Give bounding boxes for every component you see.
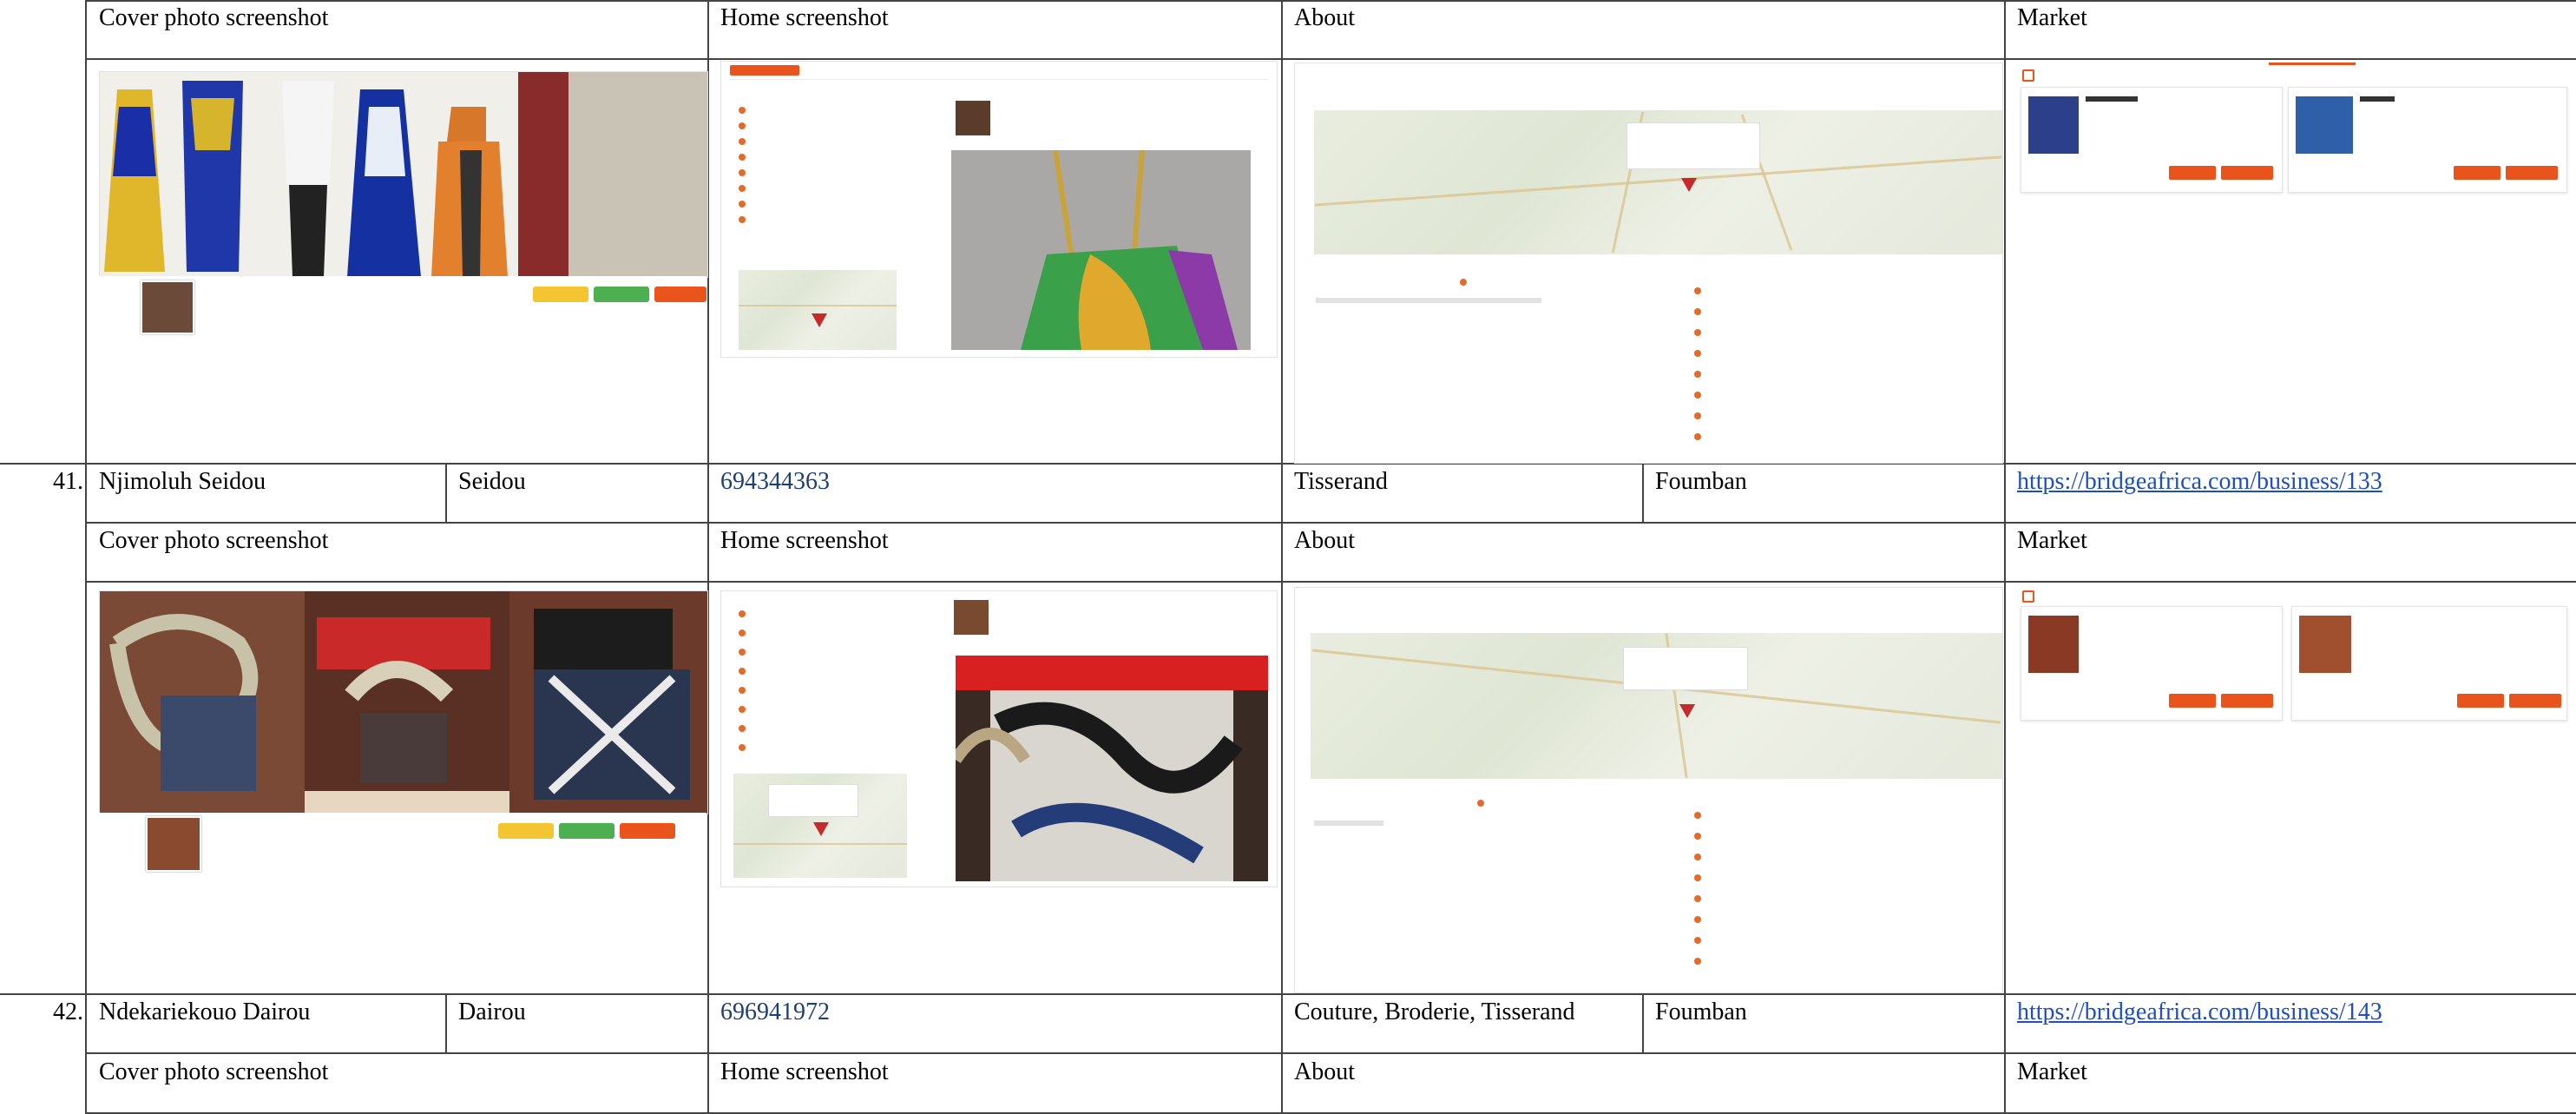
grid-line: [1642, 993, 1644, 1052]
cover-profile-bar: [99, 276, 706, 337]
grid-line: [0, 463, 2576, 465]
city: Foumban: [1655, 468, 1747, 495]
message-button: [594, 287, 649, 302]
nav-tab-active: [730, 65, 799, 76]
header-cover: Cover photo screenshot: [99, 4, 329, 31]
follow-button: [498, 823, 554, 839]
full-name: Njimoluh Seidou: [99, 468, 266, 495]
header-home: Home screenshot: [720, 1058, 889, 1085]
grid-line: [1281, 0, 1283, 1114]
cover-profile-bar: [99, 813, 706, 873]
avatar: [146, 816, 201, 872]
phone-number: 696941972: [720, 999, 830, 1025]
grid-line: [85, 1052, 2576, 1054]
grid-line: [85, 0, 2576, 2]
message-button: [559, 823, 614, 839]
grid-line: [85, 0, 87, 1114]
row-number: 41.: [53, 468, 83, 495]
direction-button: [654, 287, 706, 302]
header-about: About: [1294, 527, 1355, 554]
fashion-photo: [100, 72, 707, 277]
cart-icon: [2022, 69, 2034, 82]
about-map: [1314, 110, 2002, 254]
textile-photo: [100, 591, 707, 814]
header-market: Market: [2017, 4, 2087, 31]
header-about: About: [1294, 1058, 1355, 1085]
grid-line: [85, 581, 2576, 583]
post-avatar: [956, 101, 990, 135]
home-screenshot: [720, 590, 1278, 887]
header-market: Market: [2017, 1058, 2087, 1085]
grid-line: [445, 463, 447, 522]
city: Foumban: [1655, 999, 1747, 1025]
market-screenshot: [2017, 587, 2573, 726]
header-home: Home screenshot: [720, 527, 889, 554]
about-screenshot: [1294, 63, 2003, 464]
post-image: [950, 656, 1268, 881]
header-home: Home screenshot: [720, 4, 889, 31]
about-map: [1311, 633, 2002, 779]
post-image: [951, 149, 1251, 350]
product-card: [2021, 87, 2283, 193]
grid-line: [1642, 463, 1644, 522]
map-callout: [1626, 122, 1760, 169]
product-card: [2291, 606, 2567, 721]
short-name: Dairou: [458, 999, 526, 1025]
header-about: About: [1294, 4, 1355, 31]
follow-button: [533, 287, 588, 302]
short-name: Seidou: [458, 468, 526, 495]
header-cover: Cover photo screenshot: [99, 527, 329, 554]
mini-map: [739, 270, 897, 350]
grid-line: [85, 58, 2576, 60]
header-cover: Cover photo screenshot: [99, 1058, 329, 1085]
grid-line: [2004, 0, 2006, 1114]
trade: Couture, Broderie, Tisserand: [1294, 999, 1575, 1025]
avatar: [141, 280, 194, 334]
business-link[interactable]: https://bridgeafrica.com/business/143: [2017, 998, 2382, 1027]
full-name: Ndekariekouo Dairou: [99, 999, 311, 1025]
post-avatar: [954, 600, 989, 635]
product-card: [2288, 87, 2567, 193]
table: Cover photo screenshot Home screenshot A…: [0, 0, 2576, 1114]
direction-button: [620, 823, 675, 839]
home-screenshot: [720, 61, 1278, 358]
grid-line: [85, 522, 2576, 524]
product-card: [2021, 606, 2283, 721]
cart-icon: [2022, 590, 2034, 603]
about-screenshot: [1294, 587, 2003, 993]
cover-photo-screenshot: [99, 590, 708, 814]
row-number: 42.: [53, 999, 83, 1025]
business-link[interactable]: https://bridgeafrica.com/business/133: [2017, 467, 2382, 497]
grid-line: [0, 993, 2576, 995]
phone-number: 694344363: [720, 468, 830, 495]
mini-map: [733, 774, 907, 878]
trade: Tisserand: [1294, 468, 1388, 495]
market-screenshot: [2017, 63, 2573, 198]
header-market: Market: [2017, 527, 2087, 554]
map-callout: [1623, 647, 1748, 690]
grid-line: [445, 993, 447, 1052]
cover-photo-screenshot: [99, 71, 708, 278]
